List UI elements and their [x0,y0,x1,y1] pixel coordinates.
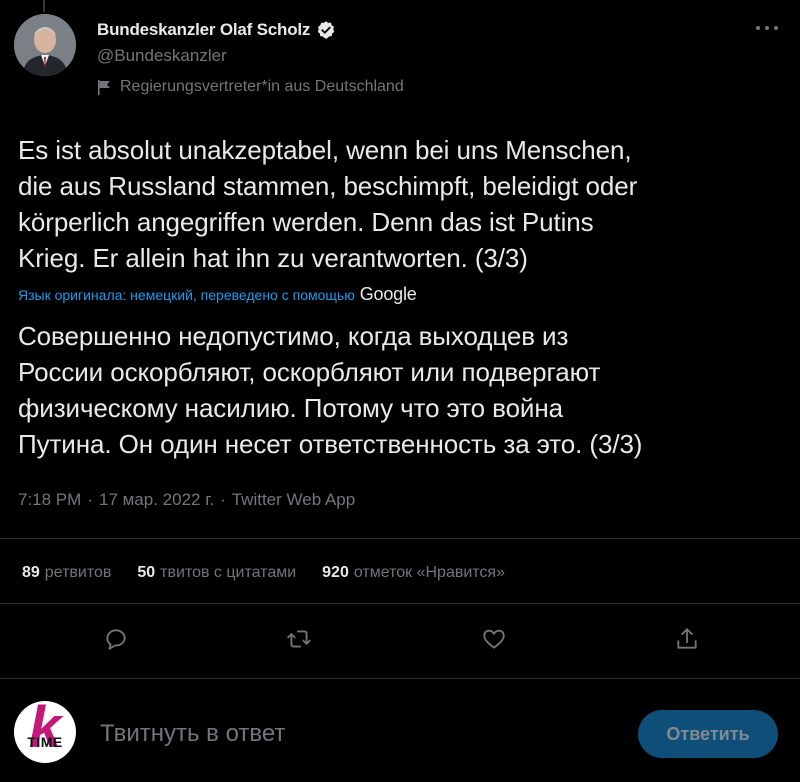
translated-text: Совершенно недопустимо, когда выходцев и… [18,321,643,459]
translation-attribution: Язык оригинала: немецкий, переведено с п… [18,284,417,305]
quotes-label: твитов с цитатами [160,564,297,581]
author-name[interactable]: Bundeskanzler Olaf Scholz [97,20,310,40]
tweet-time[interactable]: 7:18 PM [18,490,81,510]
author-name-row: Bundeskanzler Olaf Scholz [97,18,336,42]
tweet-text: Es ist absolut unakzeptabel, wenn bei un… [18,135,638,273]
tweet-meta: 7:18 PM · 17 мар. 2022 г. · Twitter Web … [18,490,355,510]
verified-badge-icon [317,21,335,39]
reply-button[interactable]: Ответить [638,710,778,758]
meta-separator: · [87,490,93,509]
account-label: Regierungsvertreter*in aus Deutschland [98,78,404,96]
retweets-stat[interactable]: 89 ретвитов [22,564,111,582]
quotes-count: 50 [137,564,156,581]
reply-icon[interactable] [103,626,129,652]
divider [0,603,800,604]
account-label-text: Regierungsvertreter*in aus Deutschland [120,78,404,95]
retweets-label: ретвитов [44,564,112,581]
translation-label[interactable]: Язык оригинала: немецкий, переведено с п… [18,287,355,303]
likes-label: отметок «Нравится» [353,564,505,581]
google-logo: Google [359,284,417,304]
heart-icon[interactable] [481,626,507,652]
likes-stat[interactable]: 920 отметок «Нравится» [322,564,505,582]
meta-separator: · [220,490,226,509]
author-handle[interactable]: @Bundeskanzler [97,46,227,66]
divider [0,678,800,679]
more-dot [756,26,760,30]
divider [0,538,800,539]
reply-input[interactable] [100,717,600,751]
likes-count: 920 [322,564,349,581]
avatar-logo-letter: k [28,701,62,760]
reply-user-avatar: k TIME [14,701,76,763]
more-icon[interactable] [756,20,778,36]
more-dot [765,26,769,30]
author-avatar[interactable] [14,14,76,76]
tweet-date[interactable]: 17 мар. 2022 г. [99,490,214,510]
tweet-actions [0,620,800,660]
avatar-logo-text: TIME [27,734,63,750]
retweet-icon[interactable] [286,626,312,652]
author-avatar-image [14,14,76,76]
more-dot [774,26,778,30]
tweet-stats: 89 ретвитов 50 твитов с цитатами 920 отм… [22,564,531,582]
thread-connector-line [43,0,45,12]
flag-icon [98,79,110,95]
tweet-source[interactable]: Twitter Web App [232,490,355,510]
retweets-count: 89 [22,564,40,581]
quotes-stat[interactable]: 50 твитов с цитатами [137,564,296,582]
share-icon[interactable] [674,626,700,652]
